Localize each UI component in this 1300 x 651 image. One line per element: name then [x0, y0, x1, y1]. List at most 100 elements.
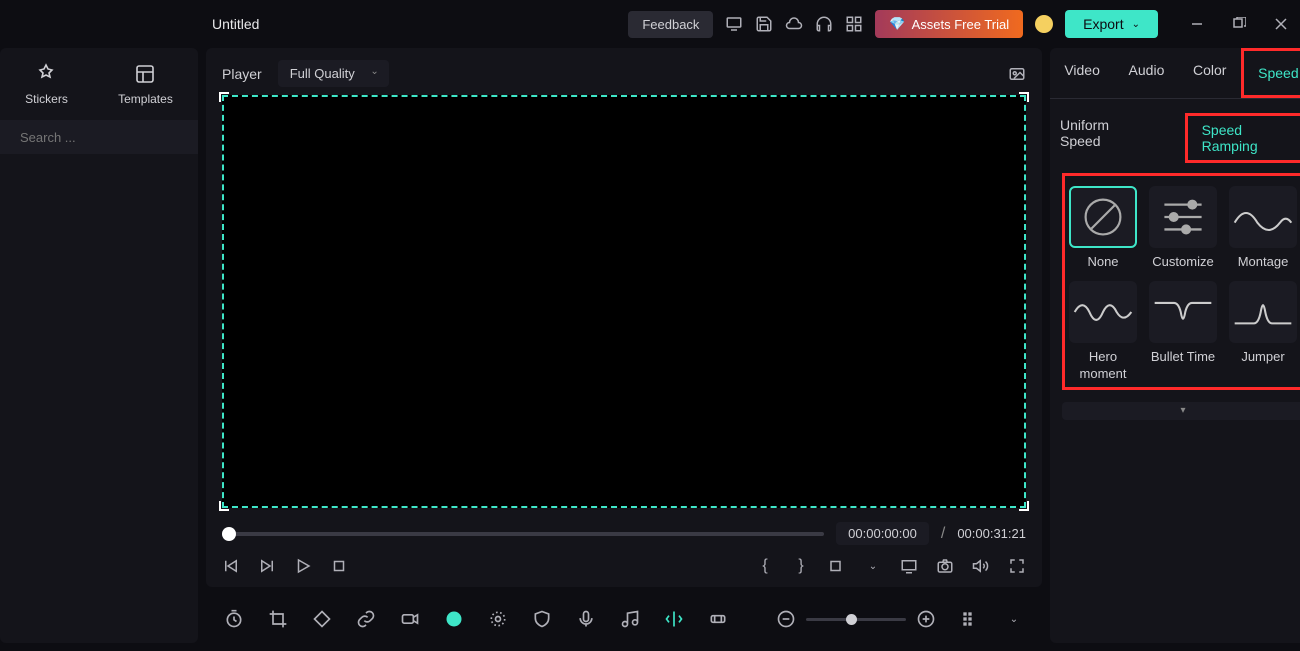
preset-label: Jumper	[1241, 349, 1284, 366]
volume-icon[interactable]	[972, 557, 990, 575]
timer-icon[interactable]	[224, 609, 244, 629]
camera-icon[interactable]	[936, 557, 954, 575]
apps-icon[interactable]	[845, 15, 863, 33]
subtab-uniform-speed[interactable]: Uniform Speed	[1050, 113, 1161, 163]
preview-canvas[interactable]	[222, 95, 1026, 508]
sidebar: Stickers Templates ⋯	[0, 48, 198, 643]
handle-bottom-right[interactable]	[1019, 501, 1029, 511]
split-icon[interactable]	[664, 609, 684, 629]
tab-audio[interactable]: Audio	[1115, 48, 1179, 98]
customize-icon	[1149, 186, 1217, 248]
keyframe-icon[interactable]	[312, 609, 332, 629]
search-row: ⋯	[0, 120, 198, 154]
tab-color[interactable]: Color	[1179, 48, 1240, 98]
export-label: Export	[1083, 16, 1123, 32]
hero-icon	[1069, 281, 1137, 343]
fullscreen-icon[interactable]	[1008, 557, 1026, 575]
quality-value: Full Quality	[290, 66, 355, 81]
preset-jumper[interactable]: Jumper	[1229, 281, 1297, 383]
top-bar: Untitled Feedback 💎 Assets Free Trial Ex…	[0, 0, 1300, 48]
chevron-down-icon[interactable]: ⌄	[864, 557, 882, 575]
handle-top-left[interactable]	[219, 92, 229, 102]
project-title: Untitled	[212, 16, 259, 32]
trial-label: Assets Free Trial	[912, 17, 1010, 32]
cloud-icon[interactable]	[785, 15, 803, 33]
right-panel: Video Audio Color Speed Uniform Speed Sp…	[1050, 48, 1300, 643]
next-frame-icon[interactable]	[258, 557, 276, 575]
preset-label: Montage	[1238, 254, 1289, 271]
music-icon[interactable]	[620, 609, 640, 629]
sidebar-tab-templates[interactable]: Templates	[118, 62, 173, 106]
handle-bottom-left[interactable]	[219, 501, 229, 511]
player-label: Player	[222, 66, 262, 82]
chevron-down-icon: ⌄	[370, 66, 378, 77]
export-button[interactable]: Export ⌄	[1065, 10, 1158, 38]
camera-rec-icon[interactable]	[400, 609, 420, 629]
preset-label: Hero moment	[1069, 349, 1137, 383]
marker-in-icon[interactable]: {	[756, 557, 774, 575]
zoom-slider[interactable]	[806, 618, 906, 621]
search-input[interactable]	[20, 130, 196, 145]
save-icon[interactable]	[755, 15, 773, 33]
none-icon	[1069, 186, 1137, 248]
preset-montage[interactable]: Montage	[1229, 186, 1297, 271]
expand-presets[interactable]: ▾	[1062, 402, 1300, 420]
preset-none[interactable]: None	[1069, 186, 1137, 271]
sticker-icon	[34, 62, 58, 86]
templates-icon	[133, 62, 157, 86]
bullet-icon	[1149, 281, 1217, 343]
play-icon[interactable]	[294, 557, 312, 575]
tab-video[interactable]: Video	[1050, 48, 1114, 98]
display-icon[interactable]	[900, 557, 918, 575]
effects-icon[interactable]	[488, 609, 508, 629]
montage-icon	[1229, 186, 1297, 248]
preset-label: None	[1087, 254, 1118, 271]
handle-top-right[interactable]	[1019, 92, 1029, 102]
assets-trial-button[interactable]: 💎 Assets Free Trial	[875, 10, 1023, 38]
chevron-down-icon: ⌄	[1132, 19, 1140, 30]
snapshot-icon[interactable]	[1008, 65, 1026, 83]
prev-frame-icon[interactable]	[222, 557, 240, 575]
sidebar-tab-stickers[interactable]: Stickers	[25, 62, 68, 106]
time-separator: /	[941, 525, 945, 543]
seek-bar[interactable]	[222, 532, 824, 536]
quality-select[interactable]: Full Quality ⌄	[278, 60, 389, 87]
grid-view-icon[interactable]	[960, 609, 980, 629]
total-time: 00:00:31:21	[957, 526, 1026, 541]
headphones-icon[interactable]	[815, 15, 833, 33]
current-time: 00:00:00:00	[836, 522, 929, 545]
zoom-in-icon[interactable]	[916, 609, 936, 629]
player-panel: Player Full Quality ⌄ 00:00:00:00 / 00:0…	[206, 48, 1042, 587]
mic-icon[interactable]	[576, 609, 596, 629]
ai-icon[interactable]	[444, 609, 464, 629]
timeline-toolbar: ⌄	[206, 595, 1042, 643]
presets-highlight: None Customize Montage Hero moment Bulle…	[1062, 173, 1300, 390]
jumper-icon	[1229, 281, 1297, 343]
preset-customize[interactable]: Customize	[1149, 186, 1217, 271]
preset-hero-moment[interactable]: Hero moment	[1069, 281, 1137, 383]
marker-out-icon[interactable]: }	[792, 557, 810, 575]
zoom-thumb[interactable]	[846, 614, 857, 625]
shield-icon[interactable]	[532, 609, 552, 629]
close-icon[interactable]	[1274, 17, 1288, 31]
maximize-icon[interactable]	[1232, 17, 1246, 31]
seek-thumb[interactable]	[222, 527, 236, 541]
zoom-out-icon[interactable]	[776, 609, 796, 629]
crop-icon[interactable]	[268, 609, 288, 629]
adjust-icon[interactable]	[708, 609, 728, 629]
moon-icon[interactable]	[1035, 15, 1053, 33]
preset-label: Customize	[1152, 254, 1213, 271]
tab-speed[interactable]: Speed	[1241, 48, 1300, 98]
preset-bullet-time[interactable]: Bullet Time	[1149, 281, 1217, 383]
preset-label: Bullet Time	[1151, 349, 1215, 366]
subtab-speed-ramping[interactable]: Speed Ramping	[1185, 113, 1300, 163]
link-icon[interactable]	[356, 609, 376, 629]
stop-icon[interactable]	[330, 557, 348, 575]
monitor-icon[interactable]	[725, 15, 743, 33]
aspect-select-icon[interactable]	[828, 557, 846, 575]
chevron-down-icon[interactable]: ⌄	[1004, 609, 1024, 629]
gem-icon: 💎	[889, 16, 905, 32]
zoom-control	[776, 609, 936, 629]
minimize-icon[interactable]	[1190, 17, 1204, 31]
feedback-button[interactable]: Feedback	[628, 11, 713, 38]
